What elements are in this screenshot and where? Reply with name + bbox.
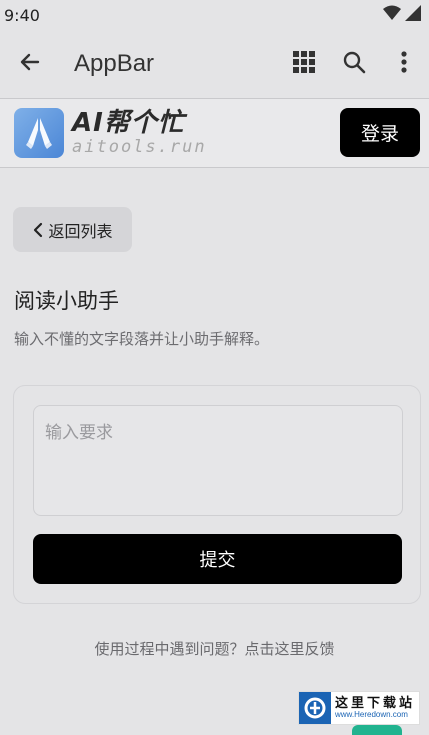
page-title: 阅读小助手 [14, 289, 119, 313]
status-time: 9:40 [4, 5, 40, 25]
page-description: 输入不懂的文字段落并让小助手解释。 [14, 330, 270, 348]
status-bar: 9:40 [0, 0, 429, 30]
request-form-card: 提交 [13, 385, 421, 604]
arrow-back-icon [18, 50, 42, 78]
wifi-icon [383, 5, 401, 25]
chevron-left-icon [32, 222, 44, 238]
more-button[interactable] [379, 30, 429, 98]
back-to-list-label: 返回列表 [48, 221, 113, 241]
feedback-link[interactable]: 使用过程中遇到问题？点击这里反馈 [0, 638, 429, 659]
app-bar-actions [279, 30, 429, 98]
request-input[interactable] [45, 418, 391, 503]
search-button[interactable] [329, 30, 379, 98]
watermark-logo-icon [299, 692, 331, 724]
request-input-container [33, 405, 403, 516]
status-icons [383, 5, 421, 25]
app-bar: AppBar [0, 30, 429, 98]
floating-action-button[interactable] [352, 725, 402, 735]
logo-text[interactable]: AI帮个忙 aitools.run [72, 110, 207, 156]
app-bar-title: AppBar [74, 50, 155, 77]
submit-button[interactable]: 提交 [33, 534, 402, 584]
more-vert-icon [401, 51, 407, 77]
apps-grid-icon [293, 51, 315, 77]
watermark-text: 这里下载站 www.Heredown.com [335, 697, 415, 719]
logo-domain: aitools.run [72, 137, 207, 157]
logo-title: AI帮个忙 [72, 108, 185, 138]
logo-hands-icon[interactable] [14, 108, 64, 158]
header-divider [0, 167, 429, 168]
site-header: AI帮个忙 aitools.run 登录 [0, 99, 429, 167]
signal-icon [405, 5, 421, 25]
watermark-sub: www.Heredown.com [335, 709, 408, 719]
apps-button[interactable] [279, 30, 329, 98]
search-icon [342, 50, 366, 78]
watermark-main: 这里下载站 [335, 695, 416, 711]
back-to-list-button[interactable]: 返回列表 [13, 207, 132, 252]
watermark: 这里下载站 www.Heredown.com [298, 691, 420, 725]
back-button[interactable] [0, 30, 60, 98]
login-button[interactable]: 登录 [340, 108, 420, 157]
